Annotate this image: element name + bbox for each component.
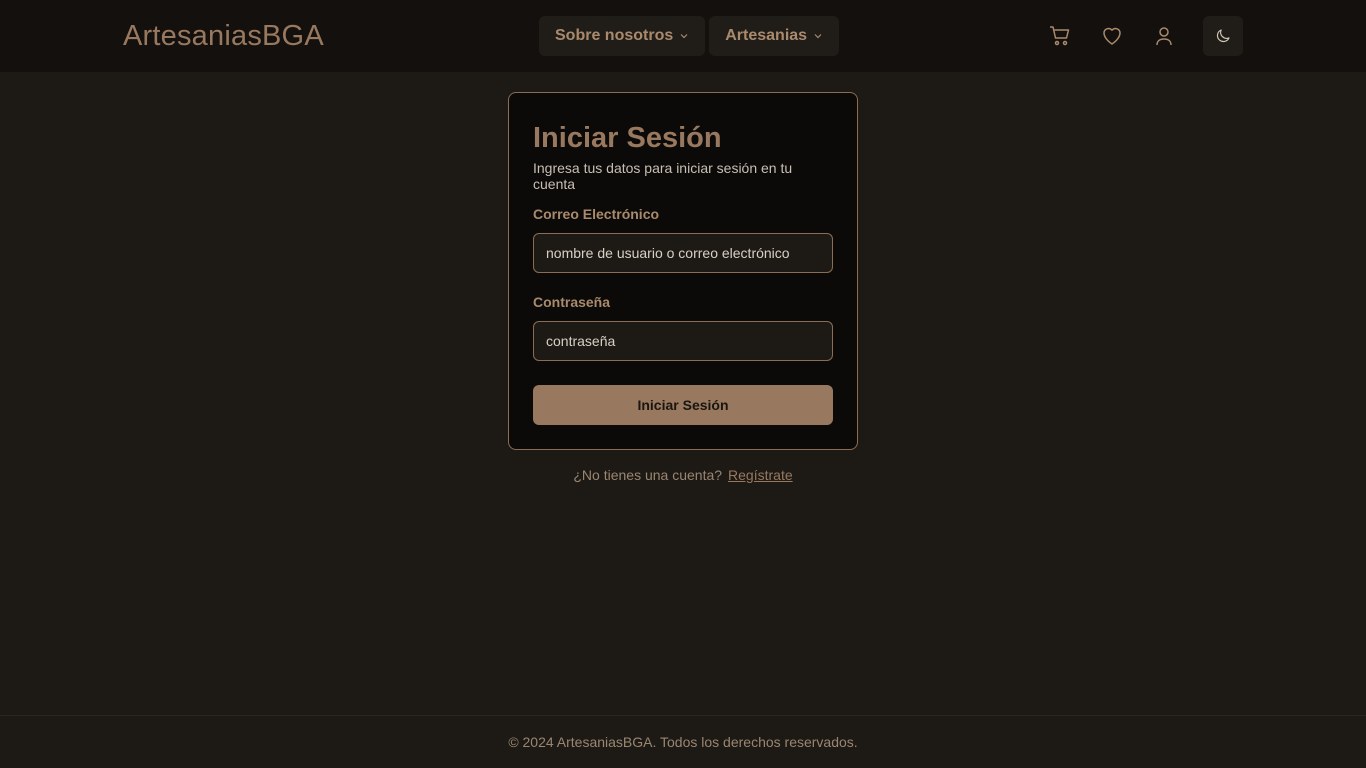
chevron-down-icon [814,34,822,39]
signup-prompt: ¿No tienes una cuenta? Regístrate [0,467,1366,483]
cart-icon [1050,26,1070,46]
favorites-button[interactable] [1092,16,1132,56]
moon-icon [1216,29,1230,43]
password-field[interactable] [533,321,833,361]
signup-link[interactable]: Regístrate [728,467,793,483]
footer-copyright: © 2024 ArtesaniasBGA. Todos los derechos… [508,734,858,750]
email-field[interactable] [533,233,833,273]
user-icon [1156,27,1172,46]
nav-sobre-nosotros-button[interactable]: Sobre nosotros [539,16,706,56]
nav-artesanias-label: Artesanias [725,27,808,44]
login-submit-button[interactable]: Iniciar Sesión [533,385,833,425]
brand-logo[interactable]: ArtesaniasBGA [123,20,324,53]
password-label: Contraseña [533,294,611,310]
theme-toggle-button[interactable] [1203,16,1243,56]
main-nav: Sobre nosotros Artesanias [539,16,840,56]
login-card: Iniciar Sesión Ingresa tus datos para in… [508,92,858,450]
heart-icon [1103,27,1121,45]
nav-sobre-nosotros-label: Sobre nosotros [555,27,674,44]
nav-artesanias-button[interactable]: Artesanias [709,16,840,56]
login-subtitle: Ingresa tus datos para iniciar sesión en… [533,160,793,192]
chevron-down-icon [680,34,688,39]
footer: © 2024 ArtesaniasBGA. Todos los derechos… [0,715,1366,768]
cart-button[interactable] [1040,16,1080,56]
email-label: Correo Electrónico [533,206,660,222]
top-navbar: ArtesaniasBGA Sobre nosotros Artesanias [0,0,1366,72]
account-button[interactable] [1144,16,1184,56]
header-actions [1040,16,1196,56]
login-title: Iniciar Sesión [533,122,722,154]
signup-text: ¿No tienes una cuenta? [573,467,723,483]
